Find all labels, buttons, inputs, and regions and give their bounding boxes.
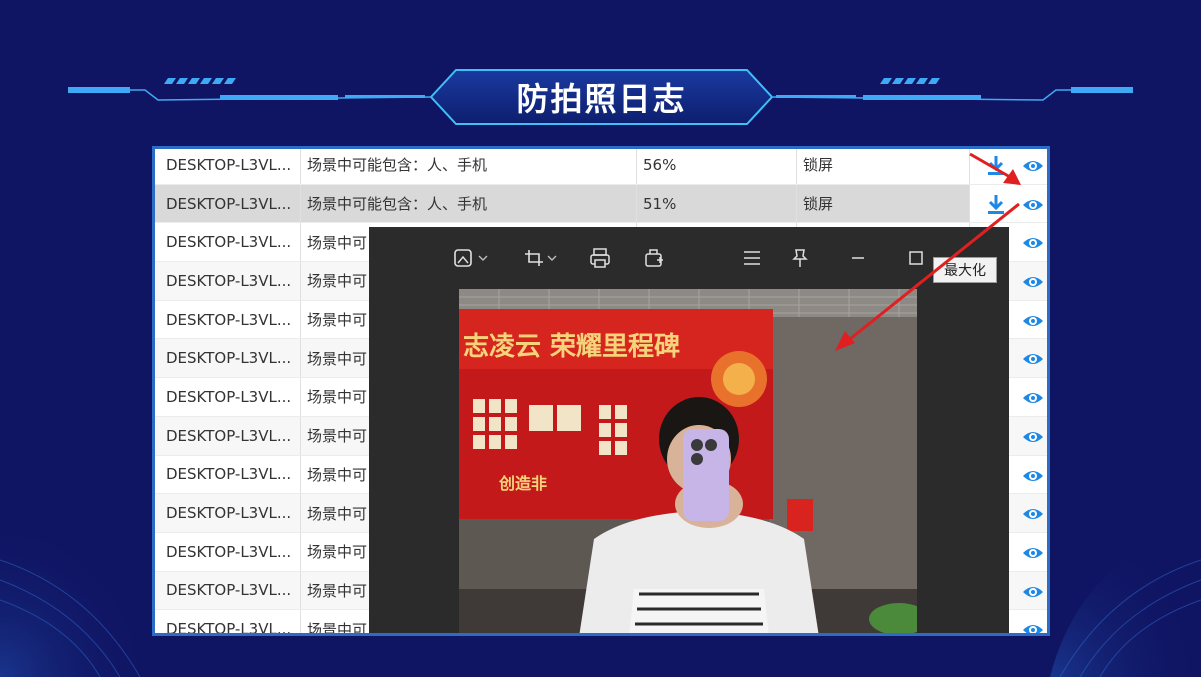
screenshot-frame: DESKTOP-L3VL... 场景中可能包含：人、手机 56% 锁屏 DESK… bbox=[152, 146, 1050, 636]
ops-cell bbox=[970, 149, 1047, 184]
share-icon[interactable] bbox=[643, 247, 665, 269]
pin-icon[interactable] bbox=[789, 247, 811, 269]
host-cell: DESKTOP-L3VL... bbox=[155, 610, 301, 633]
eye-icon[interactable] bbox=[1022, 390, 1044, 406]
photo-viewer: 最大化 志凌云 荣耀里程碑 创造非 bbox=[369, 227, 1009, 633]
photo-image: 志凌云 荣耀里程碑 创造非 bbox=[459, 289, 917, 633]
scene-cell: 场景中可能包含：人、手机 bbox=[301, 184, 637, 223]
host-cell: DESKTOP-L3VL... bbox=[155, 455, 301, 494]
ops-cell bbox=[970, 184, 1047, 223]
eye-icon[interactable] bbox=[1022, 351, 1044, 367]
host-cell: DESKTOP-L3VL... bbox=[155, 494, 301, 532]
download-icon[interactable] bbox=[986, 154, 1006, 176]
captured-photo: 志凌云 荣耀里程碑 创造非 bbox=[459, 289, 917, 633]
host-cell: DESKTOP-L3VL... bbox=[155, 149, 301, 184]
host-cell: DESKTOP-L3VL... bbox=[155, 339, 301, 378]
action-cell: 锁屏 bbox=[797, 149, 970, 184]
host-cell: DESKTOP-L3VL... bbox=[155, 416, 301, 455]
eye-icon[interactable] bbox=[1022, 545, 1044, 561]
host-cell: DESKTOP-L3VL... bbox=[155, 184, 301, 223]
print-icon[interactable] bbox=[589, 247, 611, 269]
eye-icon[interactable] bbox=[1022, 313, 1044, 329]
confidence-cell: 56% bbox=[637, 149, 797, 184]
eye-icon[interactable] bbox=[1022, 235, 1044, 251]
host-cell: DESKTOP-L3VL... bbox=[155, 571, 301, 610]
eye-icon[interactable] bbox=[1022, 622, 1044, 636]
scene-cell: 场景中可能包含：人、手机 bbox=[301, 149, 637, 184]
host-cell: DESKTOP-L3VL... bbox=[155, 262, 301, 300]
eye-icon[interactable] bbox=[1022, 429, 1044, 445]
page-title: 防拍照日志 bbox=[516, 80, 687, 118]
eye-icon[interactable] bbox=[1022, 274, 1044, 290]
eye-icon[interactable] bbox=[1022, 584, 1044, 600]
table-row: DESKTOP-L3VL... 场景中可能包含：人、手机 56% 锁屏 bbox=[155, 149, 1047, 185]
action-cell: 锁屏 bbox=[797, 184, 970, 223]
confidence-cell: 51% bbox=[637, 184, 797, 223]
eye-icon[interactable] bbox=[1022, 468, 1044, 484]
host-cell: DESKTOP-L3VL... bbox=[155, 532, 301, 571]
host-cell: DESKTOP-L3VL... bbox=[155, 378, 301, 416]
eye-icon[interactable] bbox=[1022, 158, 1044, 174]
photo-footer-text: 创造非 bbox=[498, 474, 547, 493]
menu-icon[interactable] bbox=[741, 247, 763, 269]
title-banner: 防拍照日志 bbox=[430, 69, 773, 125]
photo-banner-text: 志凌云 荣耀里程碑 bbox=[463, 332, 680, 362]
maximize-tooltip: 最大化 bbox=[933, 257, 997, 283]
edit-image-icon[interactable] bbox=[453, 247, 491, 269]
download-icon[interactable] bbox=[986, 193, 1006, 215]
table-row: DESKTOP-L3VL... 场景中可能包含：人、手机 51% 锁屏 bbox=[155, 184, 1047, 224]
eye-icon[interactable] bbox=[1022, 197, 1044, 213]
maximize-icon[interactable] bbox=[905, 247, 927, 269]
rotate-icon[interactable] bbox=[521, 247, 559, 269]
eye-icon[interactable] bbox=[1022, 506, 1044, 522]
minimize-icon[interactable] bbox=[847, 247, 869, 269]
host-cell: DESKTOP-L3VL... bbox=[155, 300, 301, 339]
host-cell: DESKTOP-L3VL... bbox=[155, 223, 301, 262]
